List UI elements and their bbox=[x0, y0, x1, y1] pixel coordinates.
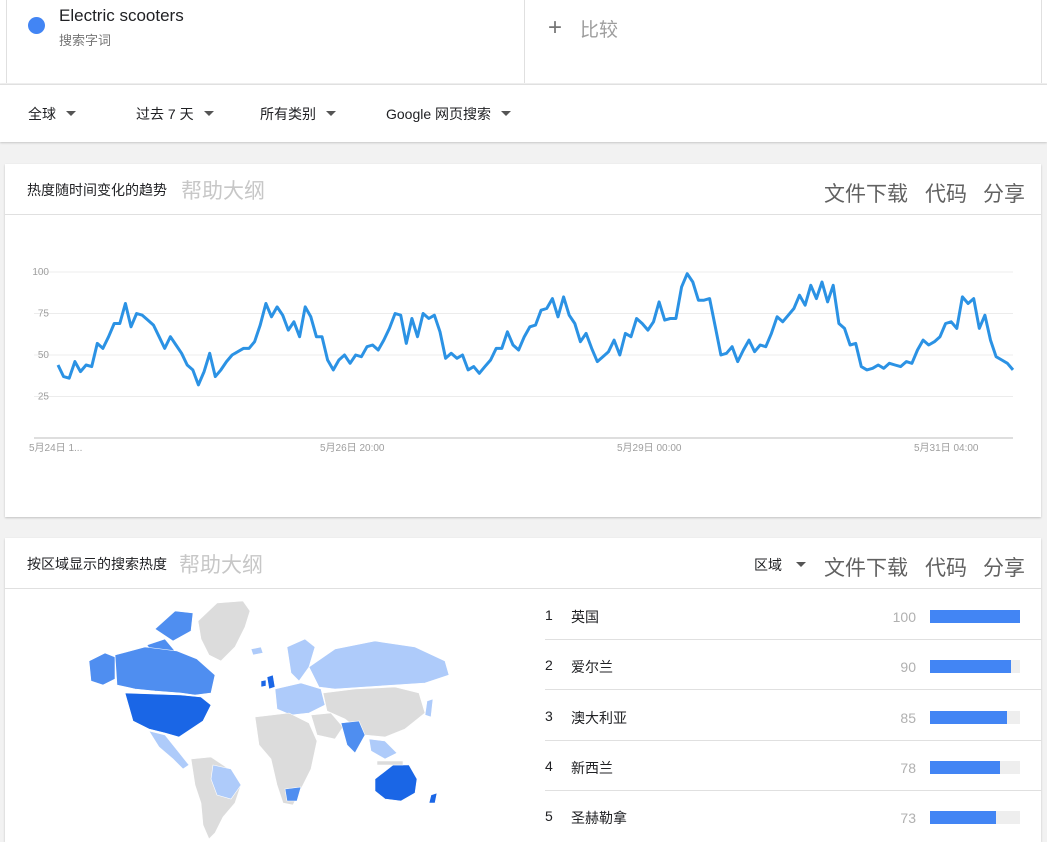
region-rank: 3 bbox=[545, 708, 553, 724]
download-button[interactable]: 文件下载 bbox=[824, 552, 908, 582]
chevron-down-icon bbox=[66, 110, 76, 116]
y-tick-label: 100 bbox=[32, 267, 49, 278]
y-tick-label: 50 bbox=[38, 350, 50, 361]
map-region-russia[interactable] bbox=[308, 640, 450, 690]
region-filter[interactable]: 全球 bbox=[28, 104, 76, 124]
search-type-filter[interactable]: Google 网页搜索 bbox=[386, 104, 512, 124]
x-tick-label: 5月24日 1... bbox=[29, 442, 82, 454]
interest-by-region-card: 按区域显示的搜索热度 帮助大纲 区域 文件下载 代码 分享 1 英国 100 2… bbox=[5, 538, 1042, 842]
map-region-south-africa[interactable] bbox=[284, 786, 302, 802]
chevron-down-icon bbox=[203, 110, 214, 116]
download-button[interactable]: 文件下载 bbox=[824, 178, 908, 208]
map-region-europe[interactable] bbox=[274, 682, 326, 716]
map-region-usa[interactable] bbox=[124, 692, 212, 738]
map-region-southeast-asia[interactable] bbox=[368, 738, 398, 760]
map-region-indonesia[interactable] bbox=[376, 760, 404, 766]
region-row[interactable]: 4 新西兰 78 bbox=[545, 740, 1042, 791]
map-region-greenland[interactable] bbox=[197, 600, 251, 662]
chevron-down-icon bbox=[326, 110, 336, 116]
map-region-middle-east[interactable] bbox=[310, 712, 344, 740]
region-bar-track bbox=[930, 811, 1020, 824]
region-value: 73 bbox=[900, 810, 916, 826]
trend-chart[interactable]: 25 50 75 100 5月24日 1... 5月26日 20:00 5月29日 00:0… bbox=[5, 215, 1041, 515]
card-title: 按区域显示的搜索热度 bbox=[27, 556, 167, 572]
search-term-bar: Electric scooters 搜索字词 + 比较 bbox=[0, 0, 1047, 83]
region-bar-fill bbox=[930, 711, 1007, 724]
map-region-scandinavia[interactable] bbox=[286, 638, 316, 682]
region-name[interactable]: 新西兰 bbox=[571, 758, 613, 778]
search-term-card[interactable]: Electric scooters 搜索字词 bbox=[6, 0, 525, 83]
term-color-dot bbox=[28, 17, 45, 34]
chevron-down-icon bbox=[796, 561, 806, 567]
region-name[interactable]: 澳大利亚 bbox=[571, 708, 627, 728]
x-tick-label: 5月29日 00:00 bbox=[617, 442, 682, 454]
region-value: 100 bbox=[892, 609, 916, 625]
map-region-uk[interactable] bbox=[266, 674, 276, 690]
map-region-mexico[interactable] bbox=[148, 730, 190, 770]
help-link[interactable]: 帮助大纲 bbox=[179, 549, 263, 579]
region-name[interactable]: 英国 bbox=[571, 607, 599, 627]
map-region-iceland[interactable] bbox=[250, 646, 264, 656]
map-region-canada-islands[interactable] bbox=[154, 610, 194, 642]
region-bar-fill bbox=[930, 761, 1001, 774]
region-bar-fill bbox=[930, 811, 996, 824]
chevron-down-icon bbox=[501, 110, 512, 116]
plus-icon: + bbox=[548, 14, 563, 41]
time-filter[interactable]: 过去 7 天 bbox=[136, 104, 214, 124]
region-row[interactable]: 1 英国 100 bbox=[545, 589, 1042, 640]
region-bar-track bbox=[930, 761, 1020, 774]
embed-button[interactable]: 代码 bbox=[925, 552, 967, 582]
region-level-label: 区域 bbox=[754, 557, 782, 573]
region-bar-track bbox=[930, 610, 1020, 623]
share-button[interactable]: 分享 bbox=[983, 178, 1025, 208]
region-level-select[interactable]: 区域 bbox=[754, 555, 806, 575]
category-filter[interactable]: 所有类别 bbox=[260, 104, 336, 124]
region-filter-label: 全球 bbox=[28, 106, 56, 122]
embed-button[interactable]: 代码 bbox=[925, 178, 967, 208]
region-value: 78 bbox=[900, 760, 916, 776]
search-type-filter-label: Google 网页搜索 bbox=[386, 106, 492, 122]
series-line-electric-scooters[interactable] bbox=[56, 272, 1015, 387]
card-header: 按区域显示的搜索热度 帮助大纲 区域 文件下载 代码 分享 bbox=[5, 538, 1041, 589]
region-name[interactable]: 爱尔兰 bbox=[571, 657, 613, 677]
region-name[interactable]: 圣赫勒拿 bbox=[571, 808, 627, 828]
region-value: 85 bbox=[900, 710, 916, 726]
compare-button[interactable]: + 比较 bbox=[524, 0, 1042, 83]
region-rank: 5 bbox=[545, 808, 553, 824]
term-type-label: 搜索字词 bbox=[59, 33, 112, 48]
map-region-ireland[interactable] bbox=[260, 679, 267, 688]
term-name[interactable]: Electric scooters bbox=[59, 6, 184, 26]
share-button[interactable]: 分享 bbox=[983, 552, 1025, 582]
region-value: 90 bbox=[900, 659, 916, 675]
card-title: 热度随时间变化的趋势 bbox=[27, 182, 167, 198]
region-bar-track bbox=[930, 711, 1020, 724]
map-region-canada[interactable] bbox=[114, 646, 216, 696]
help-link[interactable]: 帮助大纲 bbox=[181, 175, 265, 205]
region-row[interactable]: 3 澳大利亚 85 bbox=[545, 690, 1042, 741]
compare-label: 比较 bbox=[580, 20, 619, 41]
card-header: 热度随时间变化的趋势 帮助大纲 文件下载 代码 分享 bbox=[5, 164, 1041, 215]
region-bar-fill bbox=[930, 610, 1020, 623]
map-region-japan[interactable] bbox=[424, 698, 434, 718]
region-bar-track bbox=[930, 660, 1020, 673]
world-map[interactable] bbox=[5, 589, 535, 839]
region-row[interactable]: 5 圣赫勒拿 73 bbox=[545, 790, 1042, 840]
category-filter-label: 所有类别 bbox=[260, 106, 316, 122]
map-region-new-zealand[interactable] bbox=[428, 792, 438, 804]
region-row[interactable]: 2 爱尔兰 90 bbox=[545, 639, 1042, 690]
time-filter-label: 过去 7 天 bbox=[136, 106, 194, 122]
map-region-australia[interactable] bbox=[374, 764, 418, 802]
region-rank: 2 bbox=[545, 657, 553, 673]
x-tick-label: 5月31日 04:00 bbox=[914, 442, 979, 454]
interest-over-time-card: 热度随时间变化的趋势 帮助大纲 文件下载 代码 分享 25 50 75 100 5月24… bbox=[5, 164, 1041, 517]
map-region-alaska[interactable] bbox=[88, 652, 116, 686]
region-rank: 1 bbox=[545, 607, 553, 623]
filter-bar: 全球 过去 7 天 所有类别 Google 网页搜索 bbox=[0, 84, 1047, 142]
region-bar-fill bbox=[930, 660, 1011, 673]
x-tick-label: 5月26日 20:00 bbox=[320, 442, 385, 454]
region-rank: 4 bbox=[545, 758, 553, 774]
y-tick-label: 25 bbox=[38, 392, 50, 403]
y-tick-label: 75 bbox=[38, 309, 50, 320]
